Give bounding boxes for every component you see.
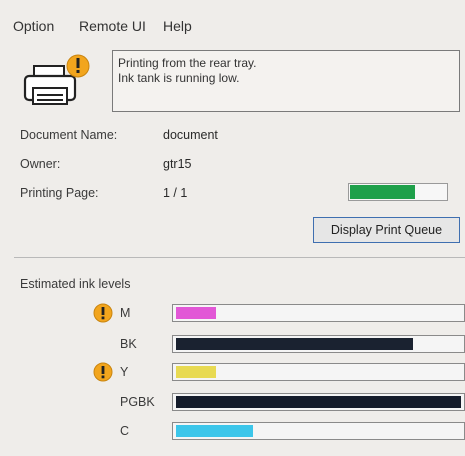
ink-fill-y <box>176 366 216 378</box>
ink-name-bk: BK <box>120 337 137 351</box>
document-name-label: Document Name: <box>20 128 118 142</box>
display-print-queue-button[interactable]: Display Print Queue <box>313 217 460 243</box>
document-name-value: document <box>163 128 218 142</box>
menu-option[interactable]: Option <box>13 18 54 34</box>
menu-bar: Option Remote UI Help <box>0 0 465 40</box>
print-progress-fill <box>350 185 415 199</box>
printing-page-label: Printing Page: <box>20 186 99 200</box>
section-divider <box>14 257 465 258</box>
print-progress-bar <box>348 183 448 201</box>
printing-page-value: 1 / 1 <box>163 186 188 200</box>
ink-name-pgbk: PGBK <box>120 395 155 409</box>
ink-name-m: M <box>120 306 131 320</box>
ink-bar-y <box>172 363 465 381</box>
ink-bar-bk <box>172 335 465 353</box>
ink-fill-m <box>176 307 216 319</box>
ink-bar-c <box>172 422 465 440</box>
ink-bar-m <box>172 304 465 322</box>
status-line-2: Ink tank is running low. <box>118 71 240 85</box>
ink-fill-c <box>176 425 253 437</box>
ink-name-c: C <box>120 424 130 438</box>
owner-label: Owner: <box>20 157 61 171</box>
owner-value: gtr15 <box>163 157 192 171</box>
ink-name-y: Y <box>120 365 129 379</box>
warning-icon <box>93 362 113 382</box>
status-message-box: Printing from the rear tray. Ink tank is… <box>112 50 460 112</box>
menu-remote-ui[interactable]: Remote UI <box>79 18 146 34</box>
warning-icon <box>93 303 113 323</box>
printer-warning-icon <box>20 52 90 122</box>
ink-fill-pgbk <box>176 396 461 408</box>
menu-help[interactable]: Help <box>163 18 192 34</box>
ink-bar-pgbk <box>172 393 465 411</box>
ink-fill-bk <box>176 338 413 350</box>
ink-levels-title: Estimated ink levels <box>20 277 131 291</box>
status-line-1: Printing from the rear tray. <box>118 56 257 70</box>
